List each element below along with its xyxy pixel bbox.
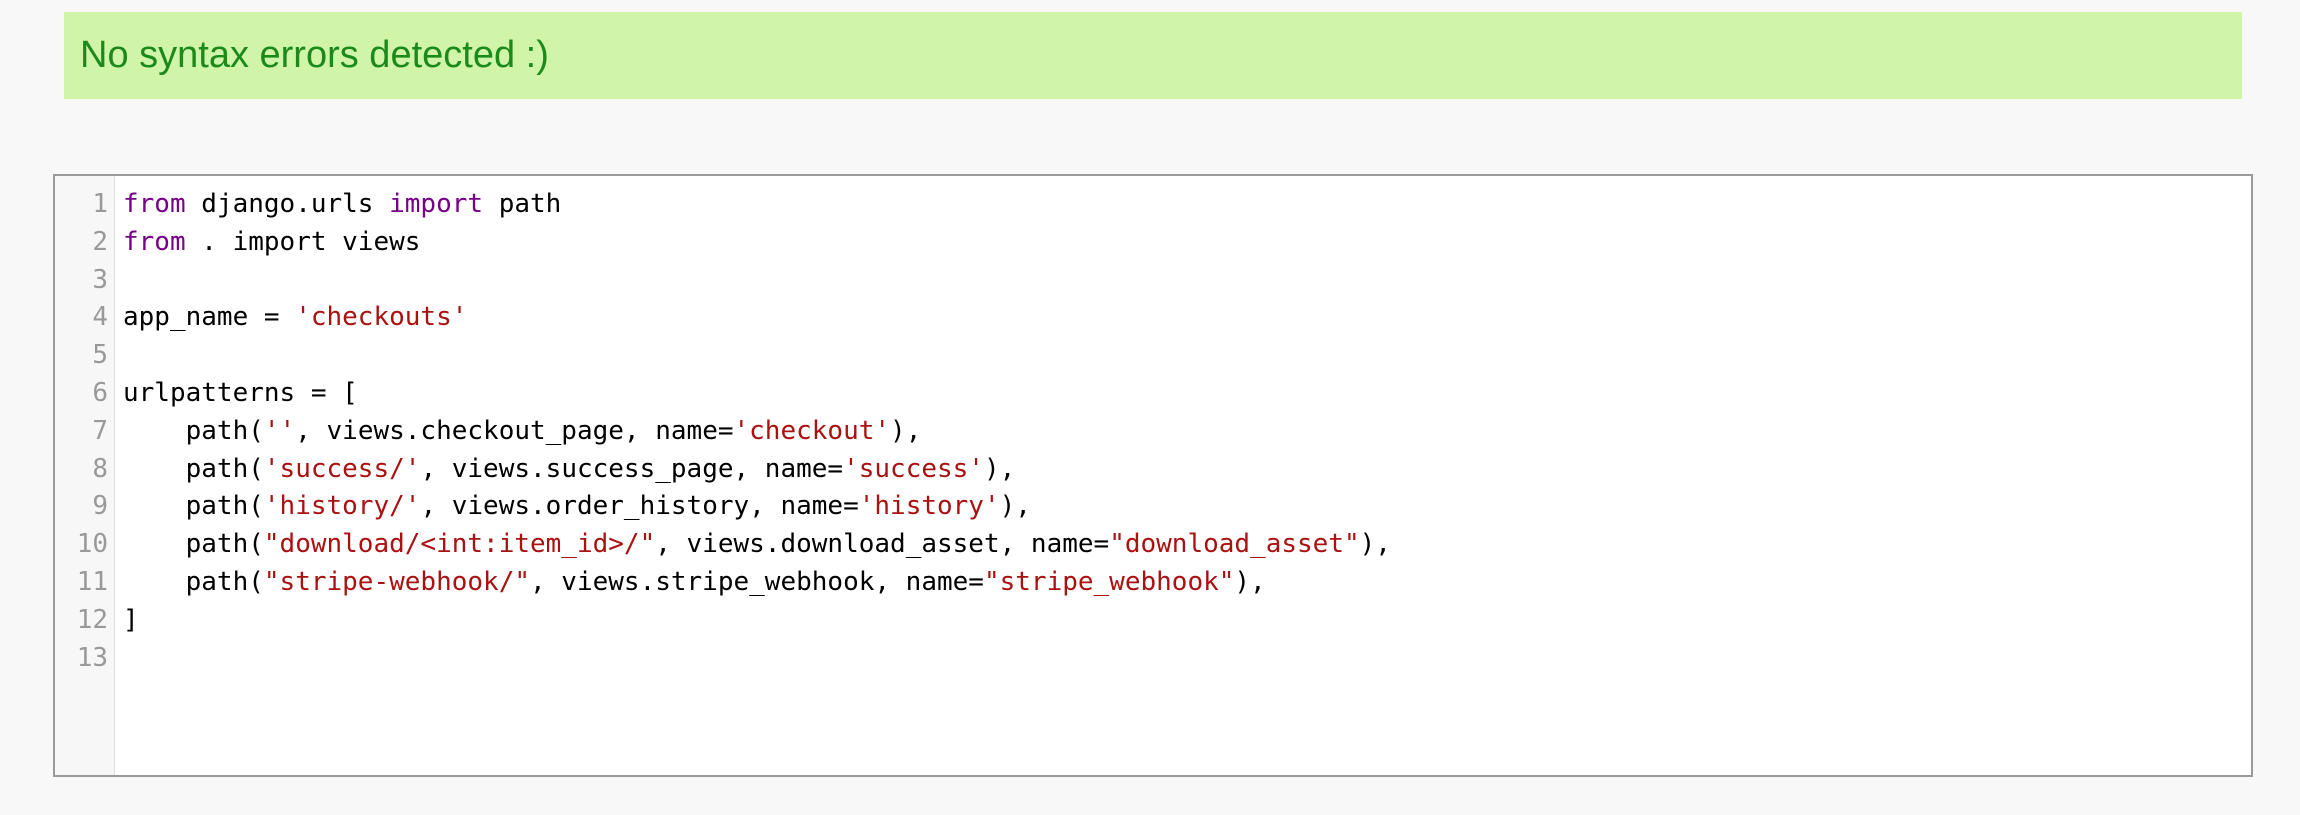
code-token-string: "stripe_webhook" [983,566,1235,597]
code-area[interactable]: from django.urls import path from . impor… [115,176,2251,775]
code-token-plain: path( [123,529,264,560]
line-number: 9 [92,491,108,522]
code-token-plain: app_name = [123,302,296,333]
code-token-plain: , views.success_page, name= [420,453,844,484]
code-token-string: 'success' [843,453,984,484]
line-number: 5 [92,340,108,371]
line-number: 10 [76,529,108,560]
code-token-plain: path( [123,566,264,597]
code-token-plain: , views.download_asset, name= [655,529,1110,560]
code-token-plain: , views.stripe_webhook, name= [530,566,984,597]
code-line[interactable]: ] [123,602,2251,640]
line-number: 7 [92,415,108,446]
code-line[interactable]: path("stripe-webhook/", views.stripe_web… [123,564,2251,602]
line-number: 6 [92,377,108,408]
code-token-plain: , views.checkout_page, name= [295,415,734,446]
line-number: 1 [92,189,108,219]
line-number-gutter: 1 2 3 4 5 6 7 8 9 10 11 12 13 [55,176,115,775]
code-line[interactable]: path('', views.checkout_page, name='chec… [123,413,2251,451]
code-token-string: "stripe-webhook/" [263,566,530,597]
code-token-keyword: from [123,226,186,257]
line-number: 8 [92,453,108,484]
code-token-plain: ), [999,491,1031,522]
status-banner: No syntax errors detected :) [64,12,2242,99]
code-token-plain: , views.order_history, name= [420,491,859,522]
line-number: 3 [92,264,108,295]
line-number: 4 [92,302,108,333]
code-token-plain: ), [983,453,1016,484]
code-token-plain: path( [123,415,264,446]
code-token-string: 'checkout' [733,415,891,446]
code-token-plain: django.urls [185,189,390,219]
code-line[interactable]: from django.urls import path [123,186,2251,224]
code-line[interactable]: path('success/', views.success_page, nam… [123,451,2251,489]
line-number: 12 [76,604,108,635]
code-line[interactable]: from . import views [123,224,2251,262]
code-token-plain: ), [1234,566,1266,597]
line-number: 11 [76,566,108,597]
code-token-string: '' [263,415,296,446]
code-token-plain: path( [123,453,264,484]
line-number: 13 [76,642,108,673]
code-token-string: "download/<int:item_id>/" [263,529,656,560]
code-token-keyword: import [389,189,484,219]
code-token-plain: ] [123,604,139,635]
status-message: No syntax errors detected :) [80,34,549,76]
code-token-plain: path( [123,491,264,522]
code-token-plain: . import views [185,226,421,257]
code-line[interactable] [123,337,2251,375]
code-token-string: "download_asset" [1109,529,1360,560]
code-token-string: 'history/' [263,491,421,522]
code-line[interactable]: urlpatterns = [ [123,375,2251,413]
code-line[interactable] [123,262,2251,300]
code-token-plain: path [483,189,562,219]
code-line[interactable]: path("download/<int:item_id>/", views.do… [123,526,2251,564]
code-token-string: 'checkouts' [295,302,468,333]
code-token-plain: ), [1359,529,1391,560]
code-token-string: 'success/' [263,453,421,484]
code-line[interactable] [123,640,2251,678]
code-token-string: 'history' [858,491,1000,522]
code-token-keyword: from [123,189,186,219]
code-line[interactable]: path('history/', views.order_history, na… [123,488,2251,526]
code-editor[interactable]: 1 2 3 4 5 6 7 8 9 10 11 12 13 from django.urls impor… [53,174,2253,777]
code-token-plain: urlpatterns = [ [123,377,358,408]
code-token-plain: ), [890,415,922,446]
line-number: 2 [92,226,108,257]
code-line[interactable]: app_name = 'checkouts' [123,299,2251,337]
